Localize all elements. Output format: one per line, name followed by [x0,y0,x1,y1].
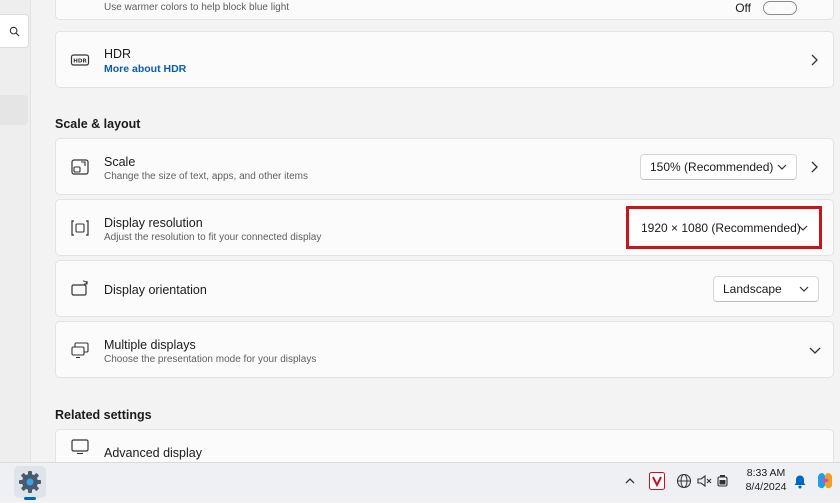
scale-dropdown[interactable]: 150% (Recommended) [640,154,797,180]
settings-gear-icon [19,471,41,493]
scale-card[interactable]: Scale Change the size of text, apps, and… [55,138,834,195]
night-light-toggle-label: Off [735,1,751,15]
multiple-displays-title: Multiple displays [104,338,196,352]
resolution-icon [71,219,89,236]
clock-date[interactable]: 8/4/2024 [736,481,796,493]
orientation-icon [71,279,88,296]
speaker-muted-icon[interactable] [696,473,712,489]
battery-icon[interactable] [716,474,730,488]
multiple-displays-card[interactable]: Multiple displays Choose the presentatio… [55,321,834,378]
clock-time[interactable]: 8:33 AM [736,467,796,479]
taskbar-settings-app[interactable] [14,466,46,498]
night-light-toggle[interactable] [763,1,797,15]
night-light-card[interactable]: Use warmer colors to help block blue lig… [55,0,834,20]
display-resolution-subtitle: Adjust the resolution to fit your connec… [104,232,322,243]
multiple-displays-icon [71,341,89,358]
advanced-display-title: Advanced display [104,446,202,460]
chevron-down-icon[interactable] [809,345,821,355]
antivirus-tray-icon[interactable] [649,472,665,490]
advanced-display-icon [71,439,89,455]
chevron-right-icon [811,54,818,65]
scale-title: Scale [104,155,136,169]
section-title-related-settings: Related settings [55,408,152,422]
search-button[interactable] [0,14,29,48]
svg-text:HDR: HDR [73,58,87,64]
multiple-displays-subtitle: Choose the presentation mode for your di… [104,354,317,365]
hdr-title: HDR [104,47,132,61]
search-icon [9,26,19,36]
display-orientation-value: Landscape [723,282,782,296]
display-resolution-title: Display resolution [104,216,203,230]
annotation-highlight-box [626,206,822,249]
chevron-down-icon [777,164,787,170]
display-orientation-dropdown[interactable]: Landscape [713,276,819,302]
chevron-right-icon [811,161,818,172]
scale-icon [71,158,89,175]
scale-value: 150% (Recommended) [650,160,774,174]
display-orientation-card[interactable]: Display orientation Landscape [55,260,834,317]
hdr-icon: HDR [70,53,90,66]
globe-icon[interactable] [676,473,692,489]
navigation-pane [0,0,31,462]
hdr-card[interactable]: HDR HDR More about HDR [55,31,834,88]
copilot-icon[interactable] [814,470,836,492]
section-title-scale-layout: Scale & layout [55,117,141,131]
chevron-up-icon[interactable] [624,475,636,487]
chevron-down-icon [799,286,809,292]
notification-bell-icon[interactable] [793,474,807,489]
night-light-subtitle: Use warmer colors to help block blue lig… [104,2,290,13]
scale-subtitle: Change the size of text, apps, and other… [104,171,309,182]
hdr-link[interactable]: More about HDR [104,63,186,75]
display-orientation-title: Display orientation [104,283,207,297]
taskbar: 8:33 AM 8/4/2024 [0,462,840,501]
nav-item-selected[interactable] [0,95,28,125]
